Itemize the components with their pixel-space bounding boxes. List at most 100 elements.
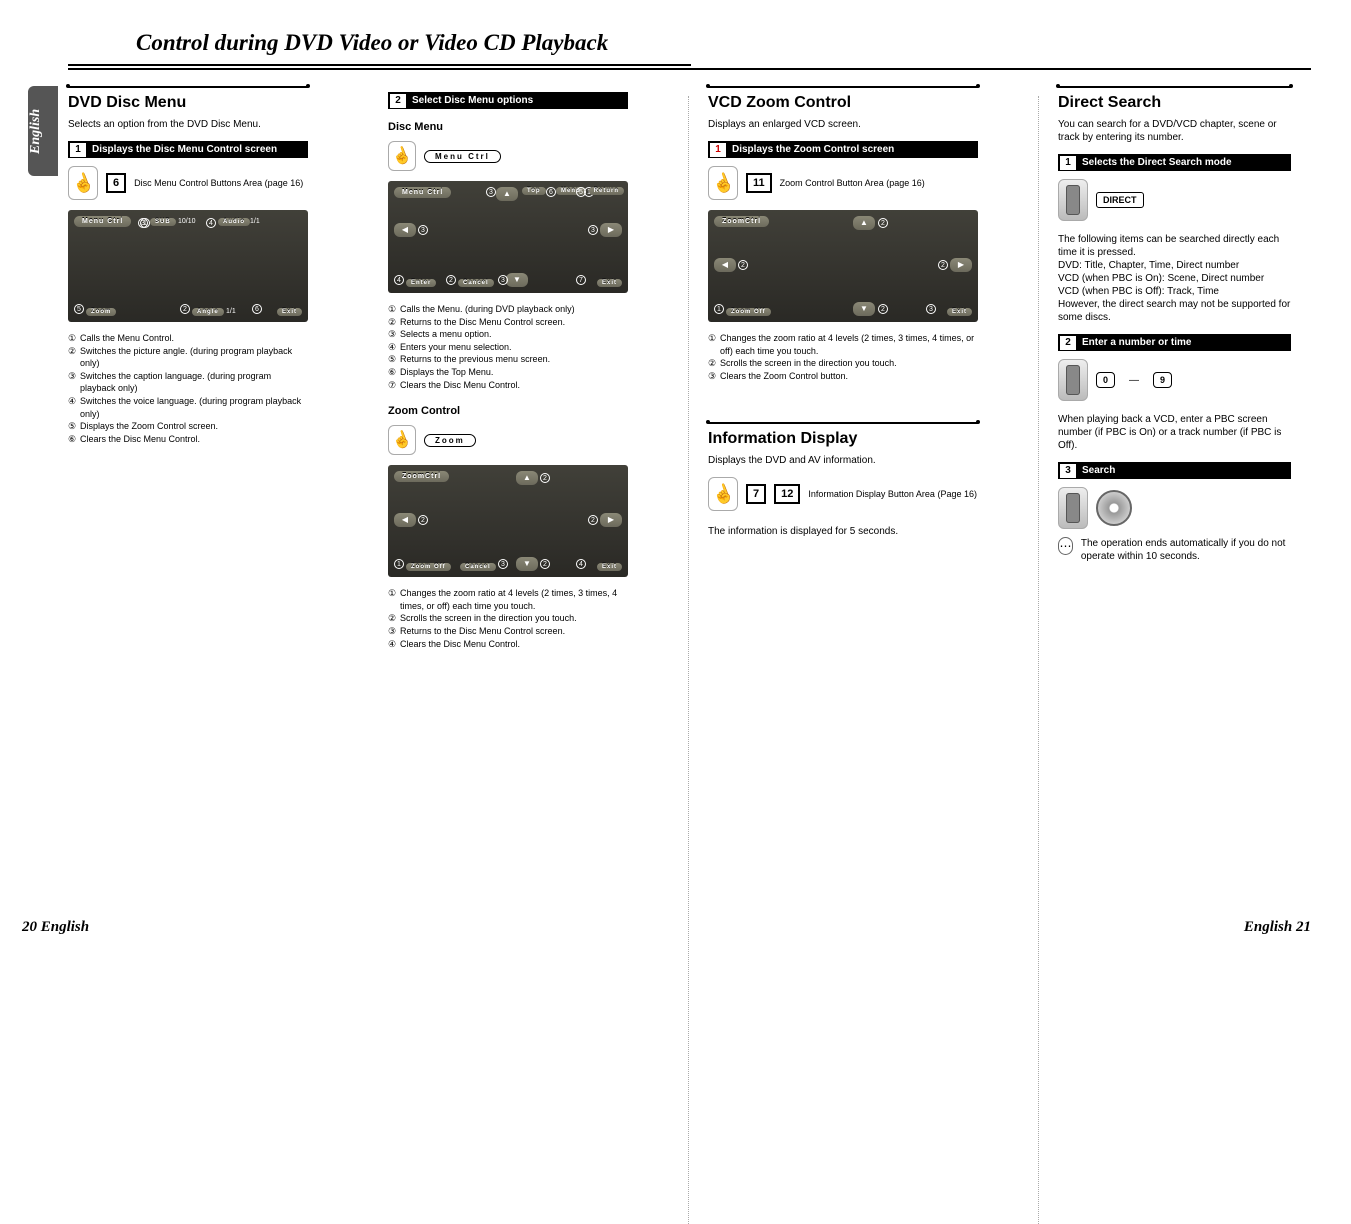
touch-icon (388, 141, 416, 171)
callout-2: 2 (446, 275, 456, 285)
touch-row-vcd: 11 Zoom Control Button Area (page 16) (708, 166, 978, 200)
list-item: Displays the Zoom Control screen. (68, 420, 308, 433)
arrow-down-icon: ▼ (853, 302, 875, 316)
callout-3b: 3 (418, 225, 428, 235)
list-item: Returns to the Disc Menu Control screen. (388, 625, 628, 638)
callout-2: 2 (180, 304, 190, 314)
pill-zoomctrl: ZoomCtrl (714, 216, 769, 227)
pill-zoomctrl: ZoomCtrl (394, 471, 449, 482)
content: DVD Disc Menu Selects an option from the… (68, 86, 1311, 664)
pill-zoom: Zoom (86, 308, 116, 316)
pill-menuctrl: Menu Ctrl (74, 216, 131, 227)
list-item: Clears the Disc Menu Control. (388, 638, 628, 651)
remote-row-search (1058, 487, 1291, 529)
step-label: Select Disc Menu options (412, 95, 533, 106)
callout-3d: 3 (498, 275, 508, 285)
direct-para: The following items can be searched dire… (1058, 233, 1291, 324)
pill-return: Return (589, 187, 624, 195)
list-item: Changes the zoom ratio at 4 levels (2 ti… (388, 587, 628, 612)
callout-2d: 2 (540, 559, 550, 569)
arrow-down-icon: ▼ (516, 557, 538, 571)
step-1-dvd: 1 Displays the Disc Menu Control screen (68, 141, 308, 158)
list-item: Changes the zoom ratio at 4 levels (2 ti… (708, 332, 978, 357)
list-item: Clears the Disc Menu Control. (388, 379, 628, 392)
touch-caption: Information Display Button Area (Page 16… (808, 489, 977, 500)
list-item: Enters your menu selection. (388, 341, 628, 354)
intro-dvd-disc-menu: Selects an option from the DVD Disc Menu… (68, 118, 308, 131)
list-item: Returns to the Disc Menu Control screen. (388, 316, 628, 329)
list-vcd: Changes the zoom ratio at 4 levels (2 ti… (708, 332, 978, 382)
step-num: 2 (390, 94, 406, 108)
info-para: The information is displayed for 5 secon… (708, 525, 978, 538)
intro-info: Displays the DVD and AV information. (708, 454, 978, 467)
list-zoom: Changes the zoom ratio at 4 levels (2 ti… (388, 587, 628, 650)
key-9: 9 (1153, 372, 1172, 388)
step-label: Displays the Zoom Control screen (732, 144, 894, 155)
pill-exit: Exit (277, 308, 302, 316)
step-num: 2 (1060, 336, 1076, 350)
column-dvd-disc-menu: DVD Disc Menu Selects an option from the… (68, 86, 328, 664)
menuctrl-button: Menu Ctrl (424, 150, 501, 163)
area-num-12: 12 (774, 484, 800, 504)
list-item: Selects a menu option. (388, 328, 628, 341)
language-tab: English (28, 86, 58, 176)
callout-3: 3 (138, 218, 148, 228)
title-rule (68, 68, 1311, 70)
pill-zoomoff: Zoom Off (406, 563, 451, 571)
heading-info-display: Information Display (708, 430, 978, 448)
callout-2b: 2 (418, 515, 428, 525)
callout-2c: 2 (938, 260, 948, 270)
callout-3: 3 (486, 187, 496, 197)
intro-direct: You can search for a DVD/VCD chapter, sc… (1058, 118, 1291, 144)
area-num: 6 (106, 173, 126, 193)
step-1-vcd: 1 Displays the Zoom Control screen (708, 141, 978, 158)
column-vcd: VCD Zoom Control Displays an enlarged VC… (688, 86, 998, 664)
callout-3: 3 (926, 304, 936, 314)
list-dvd: Calls the Menu Control. Switches the pic… (68, 332, 308, 445)
list-item: Switches the picture angle. (during prog… (68, 345, 308, 370)
area-num-7: 7 (746, 484, 766, 504)
touch-icon (708, 477, 738, 511)
note-icon (1058, 537, 1073, 555)
step-num: 1 (710, 143, 726, 157)
step-2-dvd: 2 Select Disc Menu options (388, 92, 628, 109)
step-3-direct: 3 Search (1058, 462, 1291, 479)
angle-val: 1/1 (226, 308, 236, 315)
arrow-right-icon: ▶ (950, 258, 972, 272)
touch-row-dvd: 6 Disc Menu Control Buttons Area (page 1… (68, 166, 308, 200)
screen-disc-menu: Menu Ctrl ▲ 3 Top 6 Menu 1 Return 5 ◀ 3 … (388, 181, 628, 293)
sub-val: 10/10 (178, 218, 196, 225)
note-row: The operation ends automatically if you … (1058, 537, 1291, 563)
step-label: Displays the Disc Menu Control screen (92, 144, 277, 155)
arrow-left-icon: ◀ (714, 258, 736, 272)
list-item: Clears the Disc Menu Control. (68, 433, 308, 446)
callout-4: 4 (576, 559, 586, 569)
touch-caption: Disc Menu Control Buttons Area (page 16) (134, 178, 303, 189)
screen-dvd-menu: Menu Ctrl 1 SUB 10/10 4 Audio 1/1 3 5 Zo… (68, 210, 308, 322)
list-item: Scrolls the screen in the direction you … (388, 612, 628, 625)
touch-row-discmenu: Menu Ctrl (388, 141, 628, 171)
list-item: Calls the Menu. (during DVD playback onl… (388, 303, 628, 316)
list-item: Clears the Zoom Control button. (708, 370, 978, 383)
callout-2d: 2 (878, 304, 888, 314)
direct-para2: When playing back a VCD, enter a PBC scr… (1058, 413, 1291, 452)
callout-4: 4 (206, 218, 216, 228)
area-num: 11 (746, 173, 772, 193)
arrow-left-icon: ◀ (394, 223, 416, 237)
touch-icon (68, 166, 98, 200)
callout-4: 4 (394, 275, 404, 285)
page-title: Control during DVD Video or Video CD Pla… (68, 0, 691, 66)
callout-1: 1 (714, 304, 724, 314)
callout-2: 2 (540, 473, 550, 483)
intro-vcd-zoom: Displays an enlarged VCD screen. (708, 118, 978, 131)
callout-6: 6 (252, 304, 262, 314)
arrow-up-icon: ▲ (516, 471, 538, 485)
footer-right: English 21 (1244, 919, 1311, 936)
footer-left: 20 English (22, 919, 89, 936)
note-text: The operation ends automatically if you … (1081, 537, 1291, 563)
remote-icon (1058, 179, 1088, 221)
heading-direct-search: Direct Search (1058, 94, 1291, 112)
touch-row-info: 7 12 Information Display Button Area (Pa… (708, 477, 978, 511)
callout-2b: 2 (738, 260, 748, 270)
screen-vcd-zoom: ZoomCtrl ▲ 2 ◀ 2 ▶ 2 1 Zoom Off ▼ 2 3 Ex… (708, 210, 978, 322)
